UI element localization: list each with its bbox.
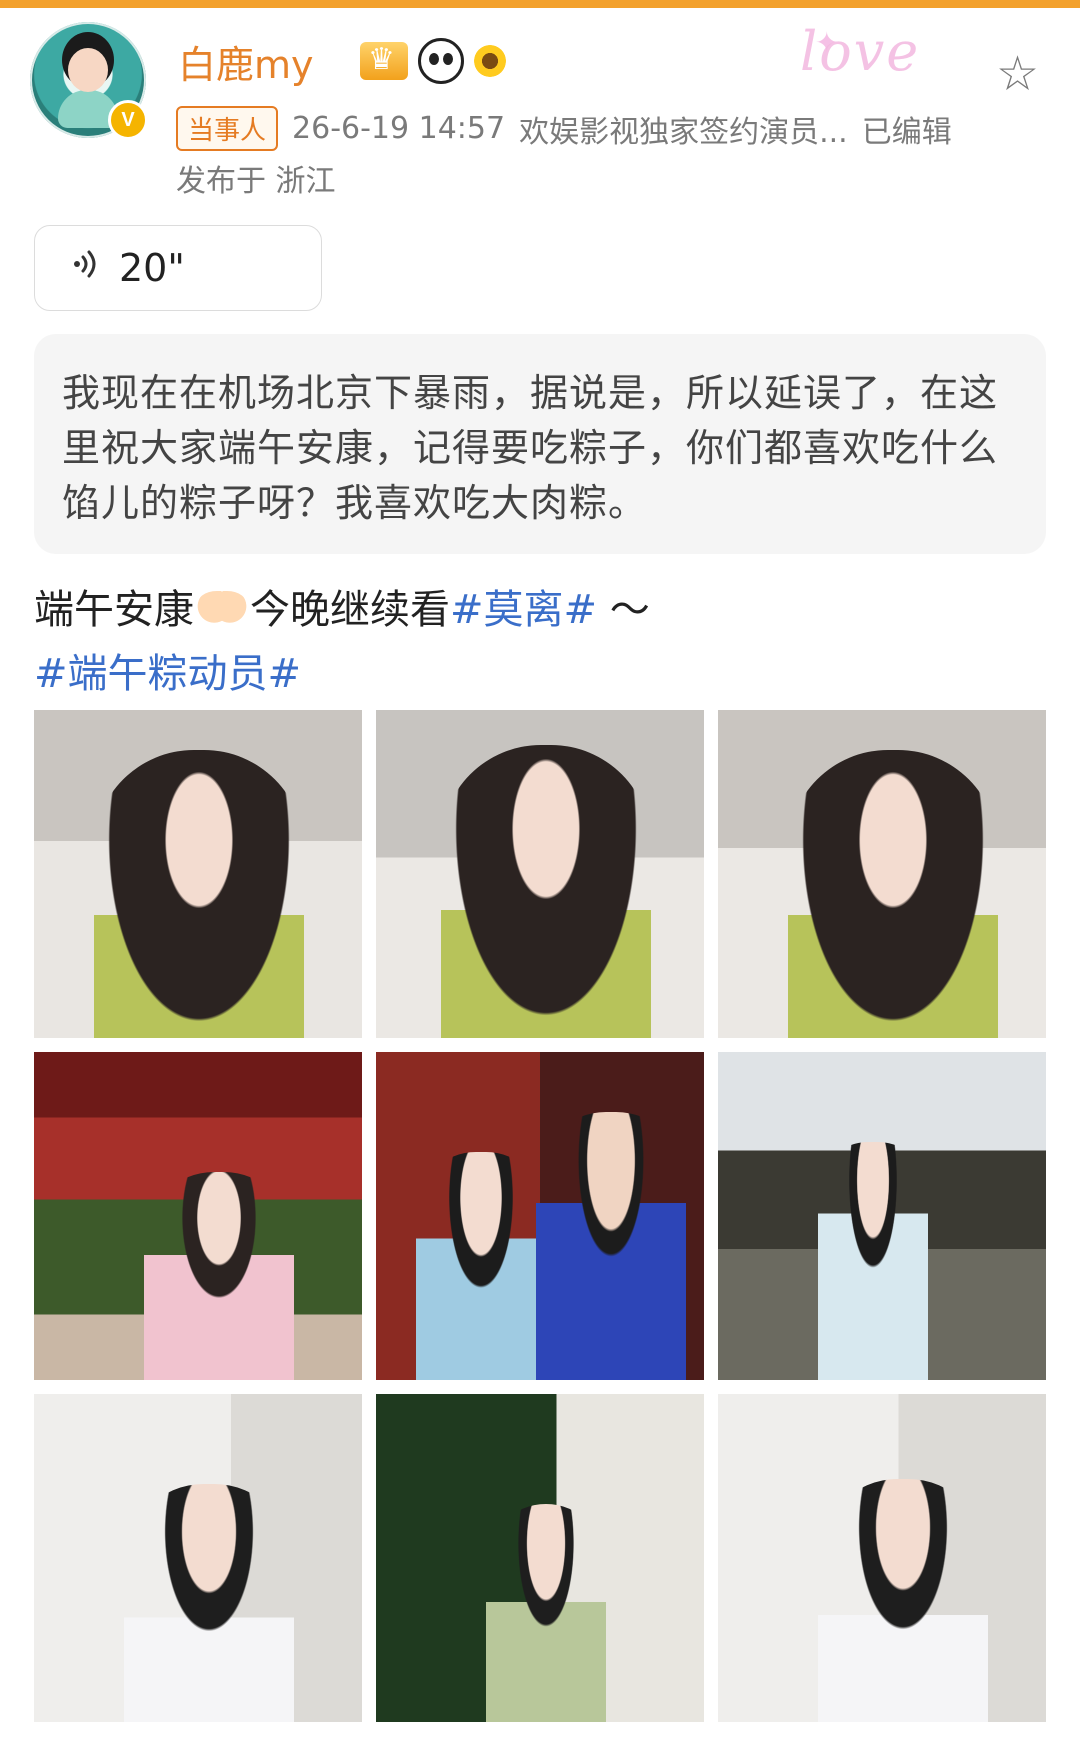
post-time: 26-6-19 14:57 xyxy=(292,111,506,146)
voice-message[interactable]: 20" xyxy=(34,225,322,311)
photo-1[interactable] xyxy=(34,710,362,1038)
user-badges xyxy=(360,38,506,84)
edited-label[interactable]: 已编辑 xyxy=(862,107,952,151)
top-accent-bar xyxy=(0,0,1080,8)
verified-icon: V xyxy=(108,100,148,140)
photo-6[interactable] xyxy=(718,1052,1046,1380)
meta-row: 当事人 26-6-19 14:57 欢娱影视独家签约演员... 已编辑 xyxy=(176,106,952,151)
post-header: V 白鹿my ✦ love ☆ 当事人 26-6-19 14:57 欢娱影视独家… xyxy=(0,8,1080,199)
photo-3[interactable] xyxy=(718,710,1046,1038)
role-tag: 当事人 xyxy=(176,106,279,151)
love-decoration: love xyxy=(800,20,921,83)
hashtag-link[interactable]: #端午粽动员# xyxy=(34,651,301,697)
hashtag-link[interactable]: #莫离# xyxy=(450,587,597,633)
photo-8[interactable] xyxy=(376,1394,704,1722)
star-icon[interactable]: ☆ xyxy=(996,46,1039,102)
heart-hands-icon xyxy=(196,591,248,629)
username[interactable]: 白鹿my xyxy=(178,34,314,89)
post-text: 端午安康 今晚继续看#莫离# ～ #端午粽动员# xyxy=(34,578,1046,706)
photo-9[interactable] xyxy=(718,1394,1046,1722)
voice-duration: 20" xyxy=(119,246,185,290)
photo-4[interactable] xyxy=(34,1052,362,1380)
text-before: 端午安康 xyxy=(34,587,194,633)
photo-7[interactable] xyxy=(34,1394,362,1722)
voice-transcript: 我现在在机场北京下暴雨，据说是，所以延误了，在这里祝大家端午安康，记得要吃粽子，… xyxy=(34,334,1046,554)
text-after: ～ xyxy=(597,587,650,633)
avatar-face xyxy=(68,48,108,92)
crown-badge-icon[interactable] xyxy=(360,42,408,80)
user-bio: 欢娱影视独家签约演员... xyxy=(519,114,848,150)
panda-icon[interactable] xyxy=(418,38,464,84)
text-mid: 今晚继续看 xyxy=(250,587,450,633)
transcript-text: 我现在在机场北京下暴雨，据说是，所以延误了，在这里祝大家端午安康，记得要吃粽子，… xyxy=(62,371,999,525)
photo-5[interactable] xyxy=(376,1052,704,1380)
post-location: 发布于 浙江 xyxy=(176,164,336,199)
sound-wave-icon xyxy=(69,247,103,289)
photo-2[interactable] xyxy=(376,710,704,1038)
sunflower-icon[interactable] xyxy=(474,45,506,77)
